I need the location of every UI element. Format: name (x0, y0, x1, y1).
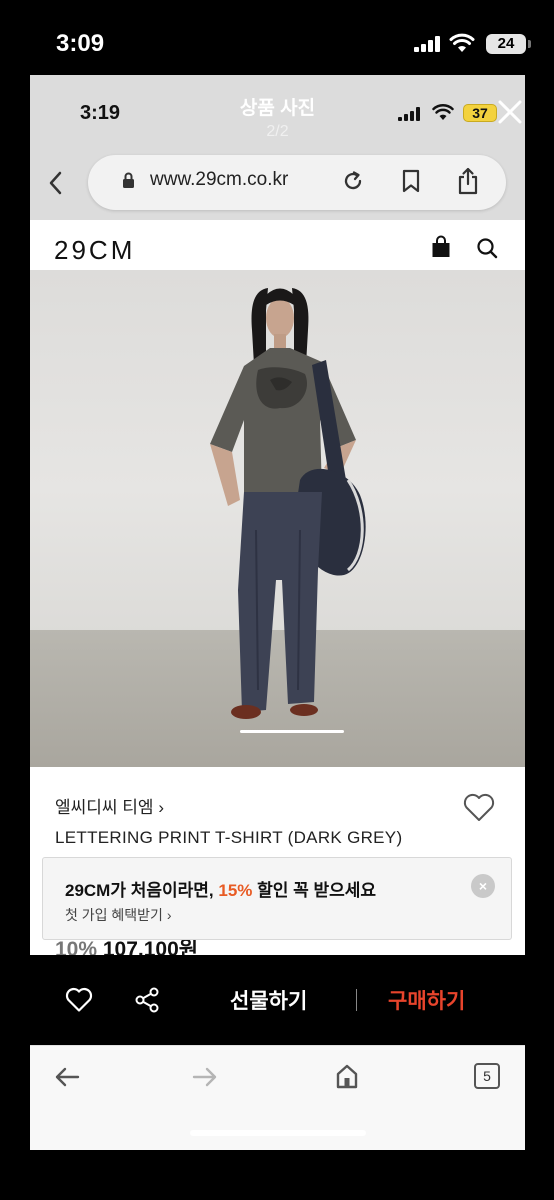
arrow-right-icon[interactable] (192, 1066, 218, 1088)
gift-button[interactable]: 선물하기 (230, 985, 307, 1015)
url-text[interactable]: www.29cm.co.kr (150, 169, 288, 191)
arrow-left-icon[interactable] (54, 1066, 80, 1088)
home-icon[interactable] (335, 1063, 359, 1089)
home-indicator (190, 1130, 366, 1136)
promo-text-suffix: 할인 꼭 받으세요 (252, 881, 377, 900)
promo-text-prefix: 29CM가 처음이라면, (65, 881, 219, 900)
signup-promo-banner[interactable]: 29CM가 처음이라면, 15% 할인 꼭 받으세요 첫 가입 혜택받기 › × (42, 857, 512, 940)
purchase-action-bar: 선물하기 구매하기 (30, 955, 525, 1045)
chevron-right-icon: › (158, 798, 164, 817)
wishlist-heart-icon[interactable] (65, 987, 93, 1013)
close-icon[interactable] (495, 97, 525, 127)
promo-close-button[interactable]: × (471, 874, 495, 898)
inner-browser-top: 3:19 37 상품 사진 2/2 www.29cm.co.kr (30, 75, 525, 220)
screenshot-card: 3:19 37 상품 사진 2/2 www.29cm.co.kr 29CM 엘씨… (30, 75, 525, 1150)
slide-indicator (240, 730, 344, 733)
buy-button[interactable]: 구매하기 (388, 985, 465, 1015)
outer-status-bar: 3:09 24 (0, 0, 554, 80)
site-logo[interactable]: 29CM (54, 235, 135, 266)
brand-name: 엘씨디씨 티엠 (55, 798, 154, 817)
sale-price: 107,100원 (102, 938, 199, 955)
search-icon[interactable] (476, 237, 498, 259)
product-name: LETTERING PRINT T-SHIRT (DARK GREY) (55, 828, 403, 847)
shopping-bag-icon[interactable] (431, 235, 451, 259)
tabs-button[interactable]: 5 (474, 1063, 500, 1089)
heart-icon[interactable] (462, 793, 496, 823)
share-nodes-icon[interactable] (134, 987, 160, 1013)
reload-icon[interactable] (342, 170, 364, 192)
signup-benefit-link[interactable]: 첫 가입 혜택받기 › (65, 905, 172, 925)
promo-discount: 15% (218, 881, 253, 900)
status-time: 3:09 (56, 30, 105, 57)
bookmark-icon[interactable] (401, 169, 421, 193)
lock-icon (123, 172, 134, 188)
image-counter: 2/2 (266, 123, 289, 140)
discount-rate: 10% (55, 938, 98, 955)
browser-back-icon[interactable] (46, 170, 66, 196)
brand-link[interactable]: 엘씨디씨 티엠 › (55, 793, 164, 818)
share-icon[interactable] (457, 167, 479, 195)
product-image[interactable] (30, 270, 525, 767)
battery-indicator: 24 (486, 34, 531, 54)
action-divider (356, 989, 357, 1011)
viewer-title: 상품 사진 (239, 98, 316, 119)
promo-message: 29CM가 처음이라면, 15% 할인 꼭 받으세요 (65, 876, 376, 901)
model-figure (210, 288, 366, 719)
cellular-signal-icon (414, 36, 442, 52)
wifi-icon (449, 33, 475, 52)
